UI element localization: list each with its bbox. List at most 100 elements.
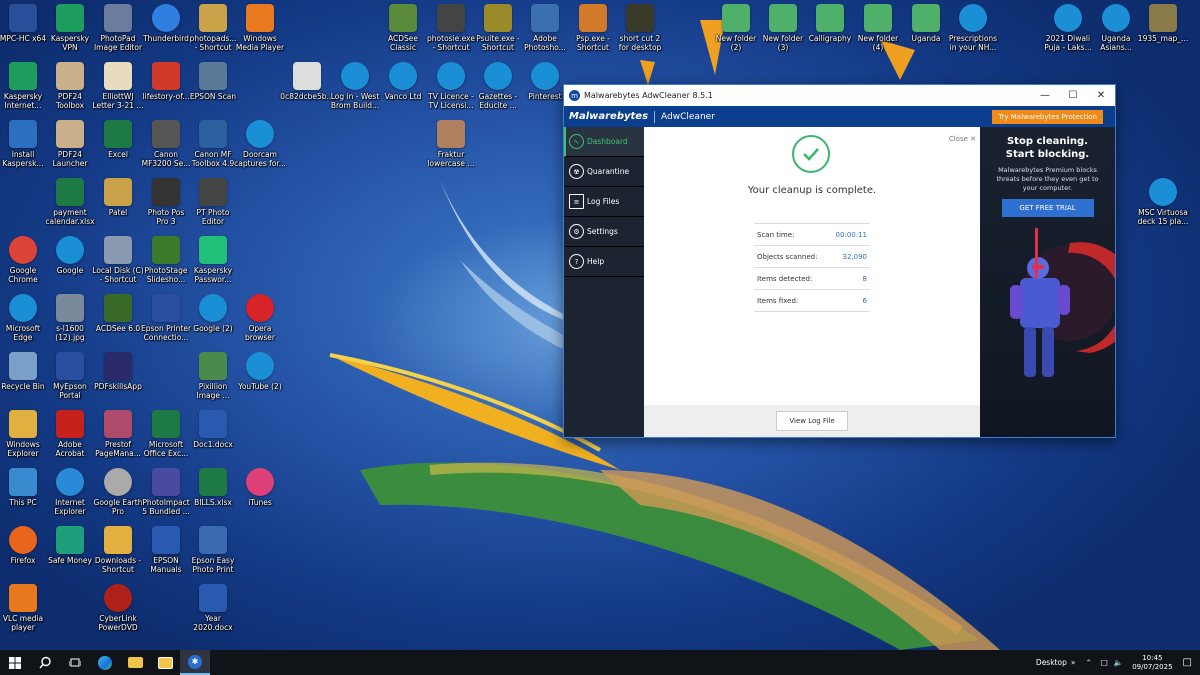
desktop-icon[interactable]: Doc1.docx [184,410,242,449]
photoimpact-icon [152,468,180,496]
word-file-icon [199,410,227,438]
desktop-icon-label: MSC Virtuosa deck 15 pla... [1137,208,1189,226]
media-player-icon [246,4,274,32]
desktop-icon[interactable]: Doorcam captures for... [231,120,289,168]
network-icon[interactable]: □ [1101,658,1108,667]
adwcleaner-taskbar-button[interactable]: ✱ [180,650,210,675]
desktop-icon[interactable]: iTunes [231,468,289,507]
desktop-icon-label: Psuite.exe - Shortcut [476,34,520,52]
user-folder-icon [104,178,132,206]
system-tray: Desktop » ⌃ □ 🔈 10:45 09/07/2025 □ [1036,650,1200,675]
nav-help[interactable]: ? Help [564,247,644,277]
epson-icon [152,294,180,322]
desktop-icon[interactable]: PDFskillsApp [89,352,147,391]
desktop-icon-label: Log in - West Brom Build... [330,92,380,110]
desktop-icon[interactable]: 1935_map_... [1134,4,1192,43]
desktop-icon-label: Doc1.docx [193,440,233,449]
desktop-icon-label: CyberLink PowerDVD [98,614,138,632]
kaspersky-vpn-icon [56,4,84,32]
nav-label: Log Files [587,197,620,206]
folder-icon [816,4,844,32]
volume-icon[interactable]: 🔈 [1114,658,1123,667]
desktop-icon[interactable]: PT Photo Editor [184,178,242,226]
edge-icon [1102,4,1130,32]
desktop-icon[interactable]: Year 2020.docx [184,584,242,632]
desktop-icon[interactable]: Opera browser [231,294,289,342]
opera-icon [246,294,274,322]
nav-settings[interactable]: ⚙ Settings [564,217,644,247]
desktop-icon[interactable]: Prescriptions in your NH... [944,4,1002,52]
desktop-icon-label: Microsoft Office Exc... [143,440,189,458]
desktop-icon-label: Microsoft Edge [5,324,41,342]
task-view-button[interactable] [60,650,90,675]
desktop-toolbar-label[interactable]: Desktop [1036,658,1067,667]
desktop-icon-label: Uganda Asians... [1100,34,1132,52]
nav-quarantine[interactable]: ☢ Quarantine [564,157,644,187]
desktop-icon[interactable]: MSC Virtuosa deck 15 pla... [1134,178,1192,226]
edge-icon [199,294,227,322]
dashboard-panel: Close ✕ Your cleanup is complete. Scan t… [644,127,980,437]
close-window-button[interactable]: ✕ [1087,85,1115,106]
clock-date: 09/07/2025 [1132,662,1173,671]
folder-icon [199,4,227,32]
toolbar-expand-icon[interactable]: » [1071,658,1076,667]
desktop-icon-label: Calligraphy [808,34,852,43]
nav-label: Help [587,257,605,266]
desktop-icon-label: 2021 Diwali Puja - Laks... [1044,34,1092,52]
desktop-icon-label: Patel [108,208,128,217]
close-link[interactable]: Close ✕ [949,135,976,143]
help-icon: ? [569,254,584,269]
desktop-icon-label: Install Kaspersk... [2,150,44,168]
window-title: Malwarebytes AdwCleaner 8.5.1 [584,91,713,100]
desktop-icon-label: lifestory-of... [142,92,190,101]
desktop-icon-label: iTunes [248,498,272,507]
get-free-trial-button[interactable]: GET FREE TRIAL [1001,199,1094,217]
acdsee-icon [389,4,417,32]
desktop-icon[interactable]: Windows Media Player [231,4,289,52]
view-log-file-button[interactable]: View Log File [776,411,848,431]
desktop-icon-label: Local Disk (C) - Shortcut [92,266,144,284]
edge-icon [1054,4,1082,32]
title-bar[interactable]: m Malwarebytes AdwCleaner 8.5.1 — ☐ ✕ [564,85,1115,106]
clock[interactable]: 10:45 09/07/2025 [1132,654,1172,672]
desktop-icon-label: Internet Explorer [54,498,86,516]
settings-icon: ⚙ [569,224,584,239]
desktop-icon-label: PhotoStage Slidesho... [144,266,188,284]
desktop-icon[interactable]: Epson Easy Photo Print [184,526,242,574]
desktop-icon[interactable]: YouTube (2) [231,352,289,391]
stat-row: Items fixed: 6 [754,290,870,312]
printer-icon [152,120,180,148]
search-button[interactable] [30,650,60,675]
desktop-icon-label: Vanco Ltd [384,92,422,101]
show-hidden-icons-chevron-icon[interactable]: ⌃ [1085,658,1091,667]
nav-log-files[interactable]: ≡ Log Files [564,187,644,217]
minimize-button[interactable]: — [1031,85,1059,106]
kaspersky-icon [9,62,37,90]
edge-taskbar-button[interactable] [90,650,120,675]
sidebar-nav: ∿ Dashboard ☢ Quarantine ≡ Log Files ⚙ S… [564,127,644,437]
explorer-taskbar-button-2[interactable] [150,650,180,675]
desktop-icon-label: Windows Explorer [6,440,40,458]
desktop-icon[interactable]: Fraktur lowercase ... [422,120,480,168]
desktop-icon[interactable]: EPSON Scan [184,62,242,101]
try-protection-button[interactable]: Try Malwarebytes Protection [992,109,1103,124]
desktop-icon[interactable]: Kaspersky Passwor... [184,236,242,284]
stat-value: 8 [862,274,867,283]
recycle-bin-icon [9,352,37,380]
notifications-icon[interactable]: □ [1183,657,1192,668]
desktop-icon-label: Google Earth Pro [93,498,143,516]
edge-icon [959,4,987,32]
desktop-icon-label: New folder (3) [762,34,804,52]
nav-dashboard[interactable]: ∿ Dashboard [564,127,644,157]
desktop-icon[interactable]: VLC media player [0,584,52,632]
start-button[interactable] [0,650,30,675]
file-explorer-taskbar-button[interactable] [120,650,150,675]
desktop-icon[interactable]: CyberLink PowerDVD [89,584,147,632]
desktop-icon[interactable]: short cut 2 for desktop [611,4,669,52]
maximize-button[interactable]: ☐ [1059,85,1087,106]
quarantine-icon: ☢ [569,164,584,179]
adwcleaner-window: m Malwarebytes AdwCleaner 8.5.1 — ☐ ✕ Ma… [563,84,1116,438]
photopos-icon [152,178,180,206]
desktop-icon-label: s-l1600 (12).jpg [55,324,85,342]
map-icon [1149,4,1177,32]
